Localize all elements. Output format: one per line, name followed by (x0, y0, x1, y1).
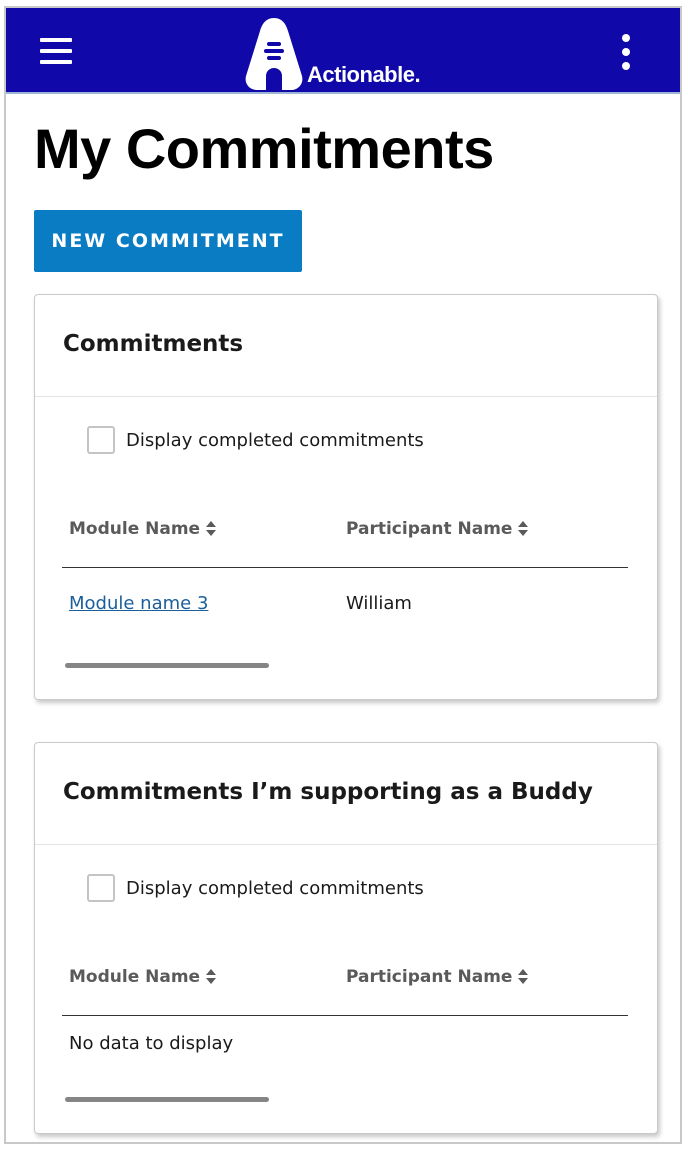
actionable-logo-mark-icon (245, 18, 303, 90)
top-app-bar: Actionable. (6, 8, 680, 94)
card-title: Commitments (63, 331, 244, 357)
column-header-module-name[interactable]: Module Name (69, 519, 217, 539)
column-header-module-name[interactable]: Module Name (69, 967, 217, 987)
sort-icon (206, 521, 217, 537)
column-header-participant-name[interactable]: Participant Name (346, 519, 529, 539)
participant-name-cell: William (346, 593, 412, 614)
horizontal-scrollbar[interactable] (65, 1097, 269, 1102)
empty-state-message: No data to display (69, 1033, 234, 1054)
display-completed-toggle[interactable]: Display completed commitments (87, 873, 424, 903)
card-divider (35, 844, 657, 845)
module-name-link[interactable]: Module name 3 (69, 593, 208, 614)
actionable-logo[interactable]: Actionable. (244, 14, 444, 90)
table-header-rule (62, 567, 628, 568)
sort-icon (206, 969, 217, 985)
kebab-more-icon[interactable] (616, 32, 636, 72)
display-completed-label: Display completed commitments (126, 429, 424, 451)
column-header-label: Module Name (69, 967, 201, 987)
app-frame: Actionable. My Commitments NEW COMMITMEN… (4, 6, 682, 1144)
display-completed-checkbox[interactable] (87, 426, 115, 454)
column-header-participant-name[interactable]: Participant Name (346, 967, 529, 987)
sort-icon (518, 521, 529, 537)
column-header-label: Module Name (69, 519, 201, 539)
display-completed-label: Display completed commitments (126, 877, 424, 899)
logo-wordmark: Actionable. (307, 62, 421, 87)
horizontal-scrollbar[interactable] (65, 663, 269, 668)
hamburger-menu-icon[interactable] (40, 38, 72, 64)
display-completed-checkbox[interactable] (87, 874, 115, 902)
column-header-label: Participant Name (346, 519, 513, 539)
table-header-rule (62, 1015, 628, 1016)
buddy-commitments-card: Commitments I’m supporting as a Buddy Di… (34, 742, 658, 1134)
display-completed-toggle[interactable]: Display completed commitments (87, 425, 424, 455)
sort-icon (518, 969, 529, 985)
page-title: My Commitments (34, 117, 494, 180)
new-commitment-button[interactable]: NEW COMMITMENT (34, 210, 302, 272)
commitments-card: Commitments Display completed commitment… (34, 294, 658, 700)
column-header-label: Participant Name (346, 967, 513, 987)
card-title: Commitments I’m supporting as a Buddy (63, 779, 593, 805)
card-divider (35, 396, 657, 397)
